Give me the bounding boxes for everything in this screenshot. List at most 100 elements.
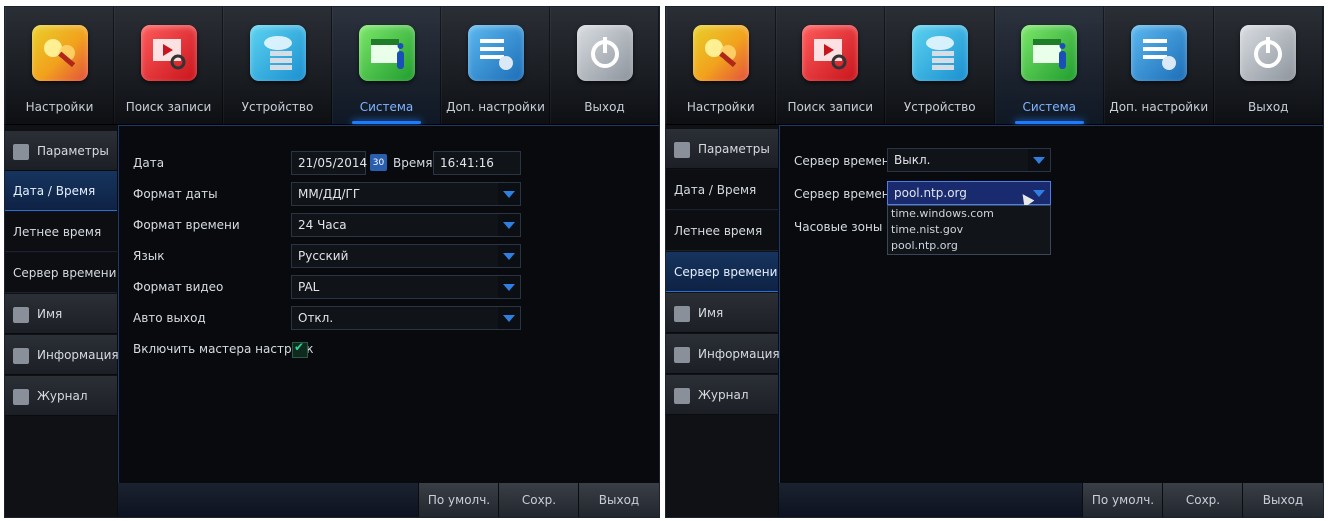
exit-button[interactable]: Выход <box>1242 483 1323 517</box>
default-button[interactable]: По умолч. <box>1082 483 1163 517</box>
calendar-icon[interactable]: 30 <box>370 154 387 171</box>
tab-advanced[interactable]: Доп. настройки <box>441 7 550 124</box>
auto-exit-select[interactable]: Откл. <box>291 306 521 330</box>
video-format-select[interactable]: PAL <box>291 275 521 299</box>
sidebar-item-info[interactable]: Информация <box>666 334 780 374</box>
dropdown-option[interactable]: time.windows.com <box>888 206 1050 222</box>
advanced-settings-icon <box>467 25 524 81</box>
dropdown-option[interactable]: pool.ntp.org <box>888 238 1050 254</box>
sidebar: Параметры Дата / Время Летнее время Серв… <box>5 125 119 517</box>
log-icon <box>674 387 690 404</box>
time-format-label: Формат времени <box>133 218 240 232</box>
log-icon <box>13 388 29 405</box>
time-format-select[interactable]: 24 Часа <box>291 213 521 237</box>
save-button[interactable]: Сохр. <box>498 483 579 517</box>
tab-system[interactable]: Система <box>332 7 441 124</box>
chevron-down-icon <box>498 183 520 205</box>
tab-label: Выход <box>584 100 625 114</box>
tab-exit[interactable]: Выход <box>1213 7 1323 124</box>
video-format-label: Формат видео <box>133 280 224 294</box>
right-screen: Настройки Поиск записи Устройство Систем… <box>665 6 1324 518</box>
tab-settings[interactable]: Настройки <box>666 7 776 124</box>
sidebar-item-label: Имя <box>37 307 63 321</box>
tab-device[interactable]: Устройство <box>223 7 332 124</box>
gear-icon <box>13 143 29 160</box>
settings-icon <box>692 25 749 81</box>
time-field[interactable]: 16:41:16 <box>433 151 521 175</box>
sidebar-item-label: Имя <box>698 306 724 320</box>
sidebar-item-label: Информация <box>698 347 780 361</box>
info-icon <box>674 346 690 363</box>
sidebar-item-label: Летнее время <box>674 224 763 238</box>
tab-label: Доп. настройки <box>446 100 545 114</box>
ntp-server-dropdown: time.windows.com time.nist.gov pool.ntp.… <box>887 205 1051 255</box>
person-icon <box>13 306 29 323</box>
tab-system[interactable]: Система <box>994 7 1104 124</box>
sidebar-item-label: Параметры <box>37 144 109 158</box>
tab-label: Доп. настройки <box>1109 100 1209 114</box>
save-button[interactable]: Сохр. <box>1162 483 1243 517</box>
tab-record-search[interactable]: Поиск записи <box>775 7 885 124</box>
sidebar-item-time-server[interactable]: Сервер времени <box>666 252 778 292</box>
tab-label: Система <box>1022 100 1077 114</box>
sidebar-item-label: Дата / Время <box>13 184 96 198</box>
sidebar-item-time-server[interactable]: Сервер времени <box>5 253 117 293</box>
system-calendar-icon <box>358 25 415 81</box>
top-menu-bar: Настройки Поиск записи Устройство Систем… <box>666 7 1323 125</box>
sidebar-item-label: Дата / Время <box>674 183 757 197</box>
device-storage-icon <box>911 25 968 81</box>
ntp-label: Сервер времени <box>794 154 898 168</box>
sidebar-item-label: Сервер времени <box>674 265 778 279</box>
date-format-select[interactable]: ММ/ДД/ГГ <box>291 182 521 206</box>
sidebar-item-label: Сервер времени <box>13 266 117 280</box>
date-field[interactable]: 21/05/2014 <box>291 151 367 175</box>
date-format-label: Формат даты <box>133 187 218 201</box>
language-select[interactable]: Русский <box>291 244 521 268</box>
tab-advanced[interactable]: Доп. настройки <box>1104 7 1214 124</box>
auto-exit-label: Авто выход <box>133 311 206 325</box>
tab-label: Поиск записи <box>125 100 212 114</box>
tab-label: Устройство <box>241 100 314 114</box>
sidebar-item-parameters[interactable]: Параметры <box>666 129 778 169</box>
chevron-down-icon <box>498 276 520 298</box>
content-area: Дата 21/05/2014 30 Время 16:41:16 Формат… <box>118 125 659 517</box>
chevron-down-icon <box>498 245 520 267</box>
sidebar-item-parameters[interactable]: Параметры <box>5 131 117 171</box>
tab-record-search[interactable]: Поиск записи <box>114 7 223 124</box>
sidebar-item-date-time[interactable]: Дата / Время <box>5 171 117 211</box>
sidebar-item-log[interactable]: Журнал <box>5 376 117 416</box>
dropdown-option[interactable]: time.nist.gov <box>888 222 1050 238</box>
power-icon <box>1240 25 1297 81</box>
gear-icon <box>674 141 690 158</box>
timezone-label: Часовые зоны <box>794 220 883 234</box>
exit-button[interactable]: Выход <box>578 483 659 517</box>
sidebar-item-dst[interactable]: Летнее время <box>5 212 117 252</box>
tab-device[interactable]: Устройство <box>885 7 995 124</box>
tab-label: Выход <box>1248 100 1289 114</box>
sidebar-item-dst[interactable]: Летнее время <box>666 211 778 251</box>
sidebar-item-name[interactable]: Имя <box>666 293 778 333</box>
wizard-checkbox[interactable] <box>292 340 308 358</box>
chevron-down-icon <box>498 307 520 329</box>
tab-settings[interactable]: Настройки <box>5 7 114 124</box>
sidebar-item-info[interactable]: Информация <box>5 335 119 375</box>
time-label: Время <box>393 156 433 170</box>
sidebar: Параметры Дата / Время Летнее время Серв… <box>666 125 780 517</box>
ntp-server-label: Сервер времени <box>794 187 898 201</box>
system-calendar-icon <box>1021 25 1078 81</box>
tab-label: Настройки <box>25 100 94 114</box>
advanced-settings-icon <box>1130 25 1187 81</box>
sidebar-item-name[interactable]: Имя <box>5 294 117 334</box>
ntp-enable-select[interactable]: Выкл. <box>887 148 1051 172</box>
record-search-icon <box>802 25 859 81</box>
record-search-icon <box>140 25 197 81</box>
default-button[interactable]: По умолч. <box>418 483 499 517</box>
sidebar-item-label: Летнее время <box>13 225 102 239</box>
info-icon <box>13 347 29 364</box>
tab-exit[interactable]: Выход <box>550 7 659 124</box>
sidebar-item-date-time[interactable]: Дата / Время <box>666 170 778 210</box>
sidebar-item-label: Журнал <box>37 389 88 403</box>
sidebar-item-log[interactable]: Журнал <box>666 375 778 415</box>
date-label: Дата <box>133 156 165 170</box>
sidebar-item-label: Параметры <box>698 142 770 156</box>
